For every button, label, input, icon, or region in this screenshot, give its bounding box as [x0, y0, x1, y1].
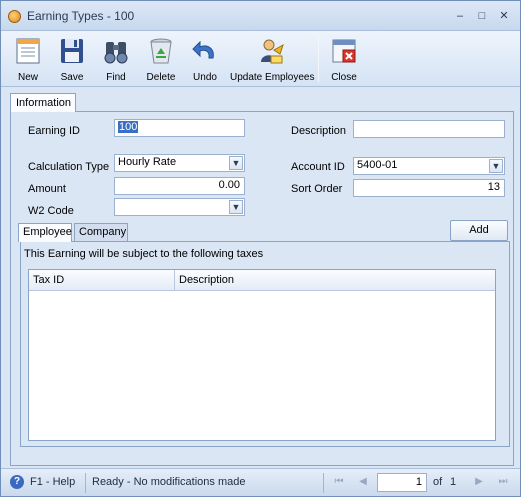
sort-order-label: Sort Order	[291, 183, 343, 195]
last-page-icon[interactable]: ⏭	[496, 475, 510, 489]
earning-id-field[interactable]: 100	[114, 119, 245, 137]
toolbar: New Save Find Delete Undo Update Employe…	[1, 31, 520, 87]
column-tax-id[interactable]: Tax ID	[29, 270, 175, 290]
binoculars-icon	[104, 42, 128, 64]
first-page-icon[interactable]: ⏮	[332, 475, 346, 489]
new-label: New	[17, 72, 38, 83]
window-title: Earning Types - 100	[27, 9, 135, 23]
undo-arrow-icon	[192, 40, 214, 59]
update-employees-icon	[261, 39, 284, 64]
calculation-type-value: Hourly Rate	[118, 156, 177, 168]
taxes-grid[interactable]: Tax ID Description	[28, 269, 496, 441]
floppy-disk-icon	[61, 39, 83, 63]
add-button[interactable]: Add	[450, 220, 508, 241]
w2-code-label: W2 Code	[28, 205, 74, 217]
close-button[interactable]: Close	[327, 34, 361, 86]
chevron-down-icon[interactable]: ▼	[489, 159, 503, 173]
account-id-value: 5400-01	[357, 159, 398, 171]
help-icon[interactable]: ?	[10, 475, 24, 489]
new-button[interactable]: New	[10, 34, 46, 86]
tab-employee[interactable]: Employee	[18, 223, 72, 242]
close-window-button[interactable]: ✕	[496, 8, 512, 24]
maximize-button[interactable]: □	[474, 8, 490, 24]
earning-id-value: 100	[118, 121, 139, 133]
page-of-label: of	[433, 476, 443, 488]
undo-label: Undo	[193, 72, 217, 83]
find-label: Find	[106, 72, 126, 83]
tab-company[interactable]: Company	[74, 223, 128, 241]
page-number-field[interactable]: 1	[377, 473, 427, 492]
status-message: Ready - No modifications made	[92, 476, 246, 488]
update-employees-label: Update Employees	[230, 72, 315, 83]
undo-button[interactable]: Undo	[188, 34, 222, 86]
status-bar: ? F1 - Help Ready - No modifications mad…	[1, 468, 520, 496]
delete-label: Delete	[146, 72, 176, 83]
status-separator	[85, 473, 86, 493]
close-label: Close	[331, 72, 357, 83]
tab-information[interactable]: Information	[10, 93, 76, 112]
chevron-down-icon[interactable]: ▼	[229, 200, 243, 214]
save-button[interactable]: Save	[54, 34, 90, 86]
title-bar: Earning Types - 100 – □ ✕	[1, 1, 520, 31]
earning-types-window: Earning Types - 100 – □ ✕ New Save Find …	[0, 0, 521, 497]
page-total: 1	[450, 476, 457, 488]
update-employees-button[interactable]: Update Employees	[230, 34, 315, 86]
column-description[interactable]: Description	[175, 270, 495, 290]
delete-button[interactable]: Delete	[142, 34, 180, 86]
w2-code-select[interactable]: ▼	[114, 198, 245, 216]
next-page-icon[interactable]: ▶	[472, 475, 486, 489]
save-label: Save	[60, 72, 84, 83]
previous-page-icon[interactable]: ◀	[356, 475, 370, 489]
amount-field[interactable]: 0.00	[114, 177, 245, 195]
sort-order-field[interactable]: 13	[353, 179, 505, 197]
amount-label: Amount	[28, 183, 66, 195]
calculation-type-label: Calculation Type	[28, 161, 110, 173]
calculation-type-select[interactable]: Hourly Rate ▼	[114, 154, 245, 172]
account-id-label: Account ID	[291, 161, 345, 173]
description-field[interactable]	[353, 120, 505, 138]
minimize-button[interactable]: –	[452, 8, 468, 24]
new-document-icon	[16, 38, 40, 64]
close-window-icon	[332, 39, 356, 63]
app-icon	[8, 10, 21, 23]
grid-header: Tax ID Description	[29, 270, 495, 291]
taxes-description: This Earning will be subject to the foll…	[24, 248, 264, 260]
find-button[interactable]: Find	[98, 34, 134, 86]
status-separator	[323, 473, 324, 493]
account-id-select[interactable]: 5400-01 ▼	[353, 157, 505, 175]
earning-id-label: Earning ID	[28, 125, 80, 137]
recycle-bin-icon	[150, 38, 172, 64]
help-text[interactable]: F1 - Help	[30, 476, 75, 488]
toolbar-separator	[318, 36, 319, 82]
description-label: Description	[291, 125, 347, 137]
chevron-down-icon[interactable]: ▼	[229, 156, 243, 170]
